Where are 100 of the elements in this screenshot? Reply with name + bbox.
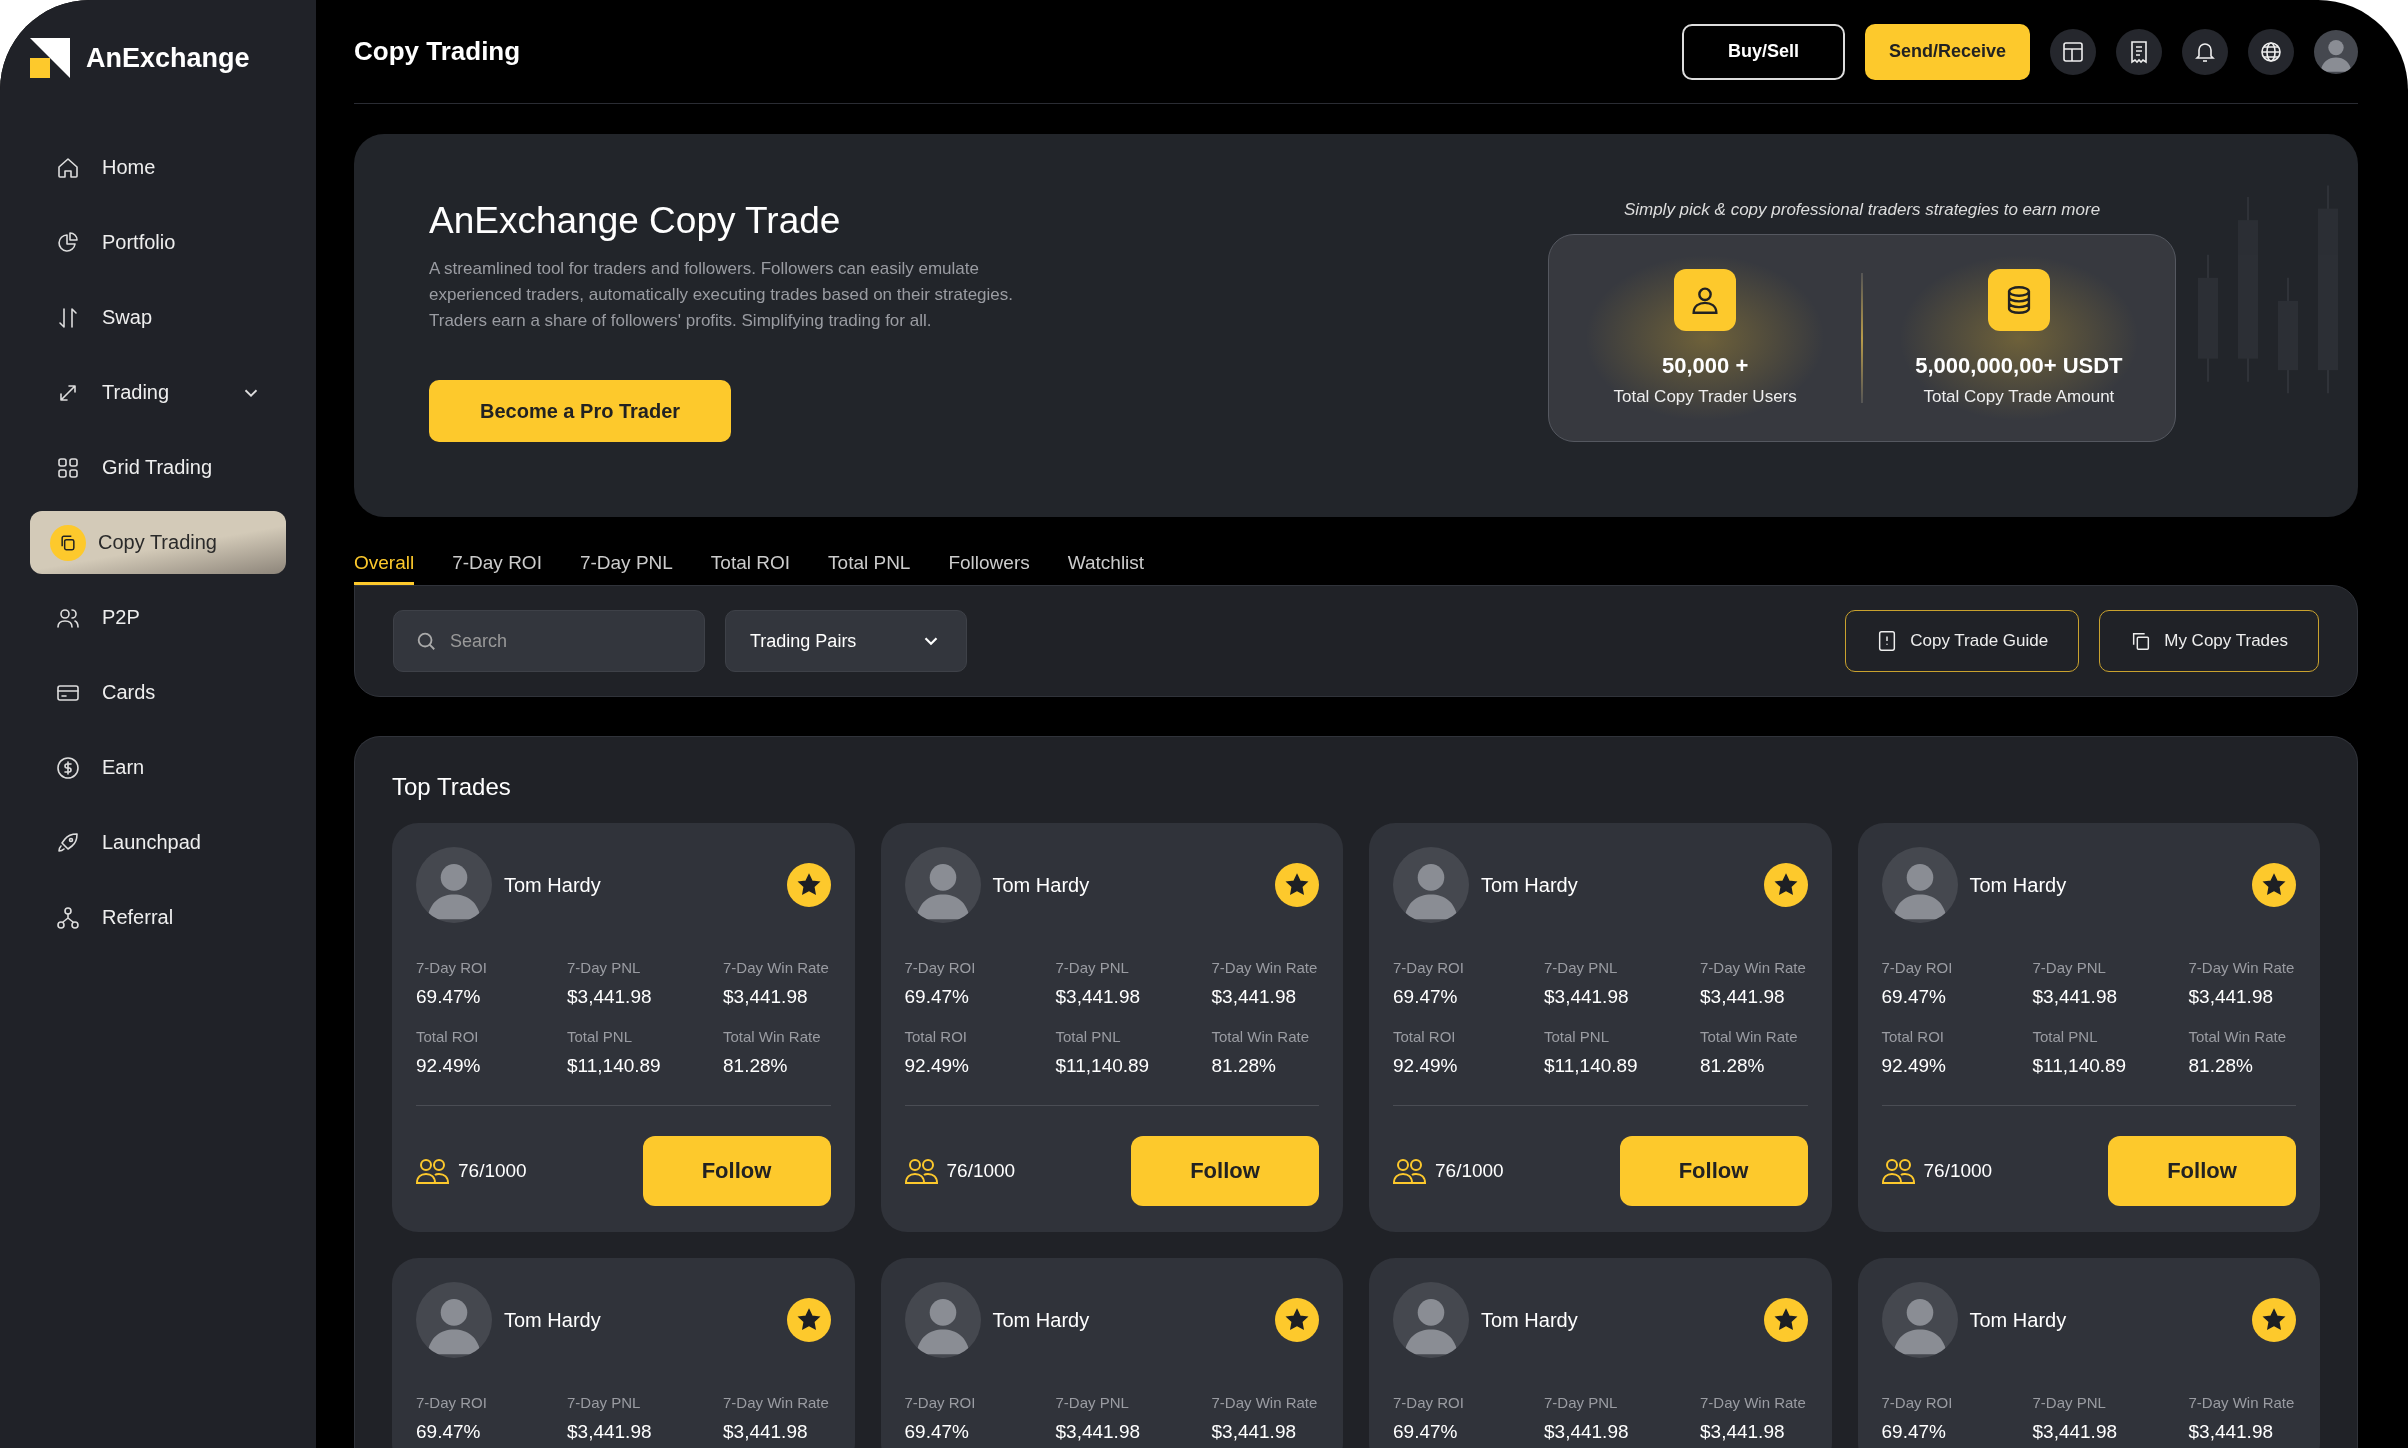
stat-label: 7-Day PNL xyxy=(1544,959,1619,976)
become-pro-trader-button[interactable]: Become a Pro Trader xyxy=(429,380,732,442)
stat-label: Total ROI xyxy=(1881,1028,1946,1045)
stat-value: $3,441.98 xyxy=(567,986,653,1008)
stat-value: $3,441.98 xyxy=(1211,986,1298,1008)
stat-label: 7-Day PNL xyxy=(1544,1394,1619,1411)
notification-icon[interactable] xyxy=(2182,28,2228,75)
stat-label: Total Win Rate xyxy=(1700,1028,1799,1045)
stat-value: $11,140.89 xyxy=(567,1055,662,1077)
stat-value: $3,441.98 xyxy=(1700,1421,1786,1443)
follower-count: 76/1000 xyxy=(458,1160,528,1182)
stat-value: 92.49% xyxy=(1881,1055,1947,1077)
follow-button[interactable]: Follow xyxy=(1131,1136,1319,1206)
follow-button[interactable]: Follow xyxy=(642,1136,831,1206)
stat-value: 69.47% xyxy=(1393,986,1459,1008)
stat-label: Total Copy Trader Users xyxy=(1613,387,1797,407)
sidebar-item[interactable]: Launchpad xyxy=(30,811,286,874)
tab[interactable]: Total PNL xyxy=(828,543,911,585)
banner-title: AnExchange Copy Trade xyxy=(429,200,842,242)
follower-count: 76/1000 xyxy=(1923,1160,1994,1182)
stat-label: 7-Day PNL xyxy=(2032,959,2107,976)
follower-count: 76/1000 xyxy=(946,1160,1017,1182)
stat-value: $3,441.98 xyxy=(2188,1421,2275,1443)
stat-value: $3,441.98 xyxy=(1700,986,1786,1008)
users-icon xyxy=(1393,1158,1427,1184)
tab[interactable]: 7-Day PNL xyxy=(579,543,673,585)
sidebar-item[interactable]: Trading xyxy=(30,361,286,424)
stat-value: 69.47% xyxy=(1393,1421,1459,1443)
stat-label: 7-Day Win Rate xyxy=(723,959,830,976)
tagline: Simply pick & copy professional traders strategies to earn more xyxy=(1623,200,2101,220)
stat-value: $11,140.89 xyxy=(1544,1055,1639,1077)
stat-label: Total ROI xyxy=(1393,1028,1457,1045)
stat-value: 81.28% xyxy=(1700,1055,1766,1077)
sidebar-item[interactable]: Swap xyxy=(30,286,286,349)
stat-label: 7-Day PNL xyxy=(2032,1394,2107,1411)
stat-value: 92.49% xyxy=(904,1055,970,1077)
sidebar-item[interactable]: Grid Trading xyxy=(30,436,286,499)
follow-button[interactable]: Follow xyxy=(2108,1136,2296,1206)
stat-value: 92.49% xyxy=(1393,1055,1459,1077)
outline-button[interactable]: Buy/Sell xyxy=(1681,23,1845,80)
stat-label: 7-Day Win Rate xyxy=(723,1394,830,1411)
my-trades-button[interactable]: My Copy Trades xyxy=(2099,610,2319,672)
search-field[interactable]: Search xyxy=(393,610,705,672)
sidebar-item[interactable]: Earn xyxy=(30,736,286,799)
trader-name: Tom Hardy xyxy=(1481,873,1579,897)
stat-label: 7-Day ROI xyxy=(1393,1394,1465,1411)
stat-value: $3,441.98 xyxy=(1055,986,1142,1008)
sidebar-item[interactable]: Copy Trading xyxy=(30,511,286,574)
brand-name: AnExchange xyxy=(86,42,250,74)
page-title: Copy Trading xyxy=(354,36,521,67)
stat-label: Total PNL xyxy=(1544,1028,1611,1045)
stat-value: 69.47% xyxy=(1881,1421,1947,1443)
coins-icon xyxy=(1987,269,2050,331)
sidebar-item[interactable]: Referral xyxy=(30,886,286,949)
stat-value: 5,000,000,00+ USDT xyxy=(1915,353,2123,379)
primary-button[interactable]: Send/Receive xyxy=(1864,23,2030,80)
stat-label: Total ROI xyxy=(416,1028,480,1045)
stat-value: 69.47% xyxy=(416,1421,482,1443)
sidebar-item[interactable]: Cards xyxy=(30,661,286,724)
stat-label: Total ROI xyxy=(904,1028,969,1045)
stat-label: Total Win Rate xyxy=(723,1028,822,1045)
logo-icon xyxy=(30,38,70,78)
stat-value: 69.47% xyxy=(416,986,482,1008)
users-icon xyxy=(1881,1158,1916,1184)
stat-label: 7-Day PNL xyxy=(1055,1394,1130,1411)
stat-label: 7-Day PNL xyxy=(1055,959,1130,976)
sidebar-item[interactable]: P2P xyxy=(30,586,286,649)
globe-icon[interactable] xyxy=(2248,28,2294,75)
stat-label: 7-Day Win Rate xyxy=(1211,1394,1319,1411)
trading-pairs-dropdown[interactable]: Trading Pairs xyxy=(725,610,967,672)
stat-label: 7-Day Win Rate xyxy=(2188,959,2296,976)
section-title: Top Trades xyxy=(392,773,512,801)
stat-value: $3,441.98 xyxy=(1544,986,1630,1008)
layout-icon[interactable] xyxy=(2050,28,2096,75)
follow-button[interactable]: Follow xyxy=(1619,1136,1808,1206)
stat-value: 69.47% xyxy=(904,986,970,1008)
stat-label: Total Win Rate xyxy=(1211,1028,1311,1045)
home-icon xyxy=(56,155,80,180)
avatar[interactable] xyxy=(2314,29,2358,74)
sidebar-item[interactable]: Home xyxy=(30,136,286,199)
trader-name: Tom Hardy xyxy=(1969,1308,2068,1332)
stat-value: $3,441.98 xyxy=(1544,1421,1630,1443)
tab[interactable]: 7-Day ROI xyxy=(452,543,542,585)
trader-name: Tom Hardy xyxy=(504,1308,602,1332)
copy-icon xyxy=(50,524,86,561)
stat-label: 7-Day ROI xyxy=(1393,959,1465,976)
users-icon xyxy=(416,1158,450,1184)
stat-label: Total Win Rate xyxy=(2188,1028,2288,1045)
stat-value: $11,140.89 xyxy=(2032,1055,2128,1077)
stat-value: 81.28% xyxy=(2188,1055,2254,1077)
stat-label: Total PNL xyxy=(567,1028,634,1045)
stat-value: $3,441.98 xyxy=(2032,1421,2119,1443)
receipt-icon[interactable] xyxy=(2116,28,2162,75)
stat-label: Total Copy Trade Amount xyxy=(1923,387,2115,407)
guide-button[interactable]: Copy Trade Guide xyxy=(1845,610,2080,672)
tab[interactable]: Followers xyxy=(948,543,1030,585)
tab[interactable]: Watchlist xyxy=(1067,543,1145,585)
tab[interactable]: Total ROI xyxy=(710,543,791,585)
sidebar-item[interactable]: Portfolio xyxy=(30,211,286,274)
stat-value: $3,441.98 xyxy=(1055,1421,1142,1443)
